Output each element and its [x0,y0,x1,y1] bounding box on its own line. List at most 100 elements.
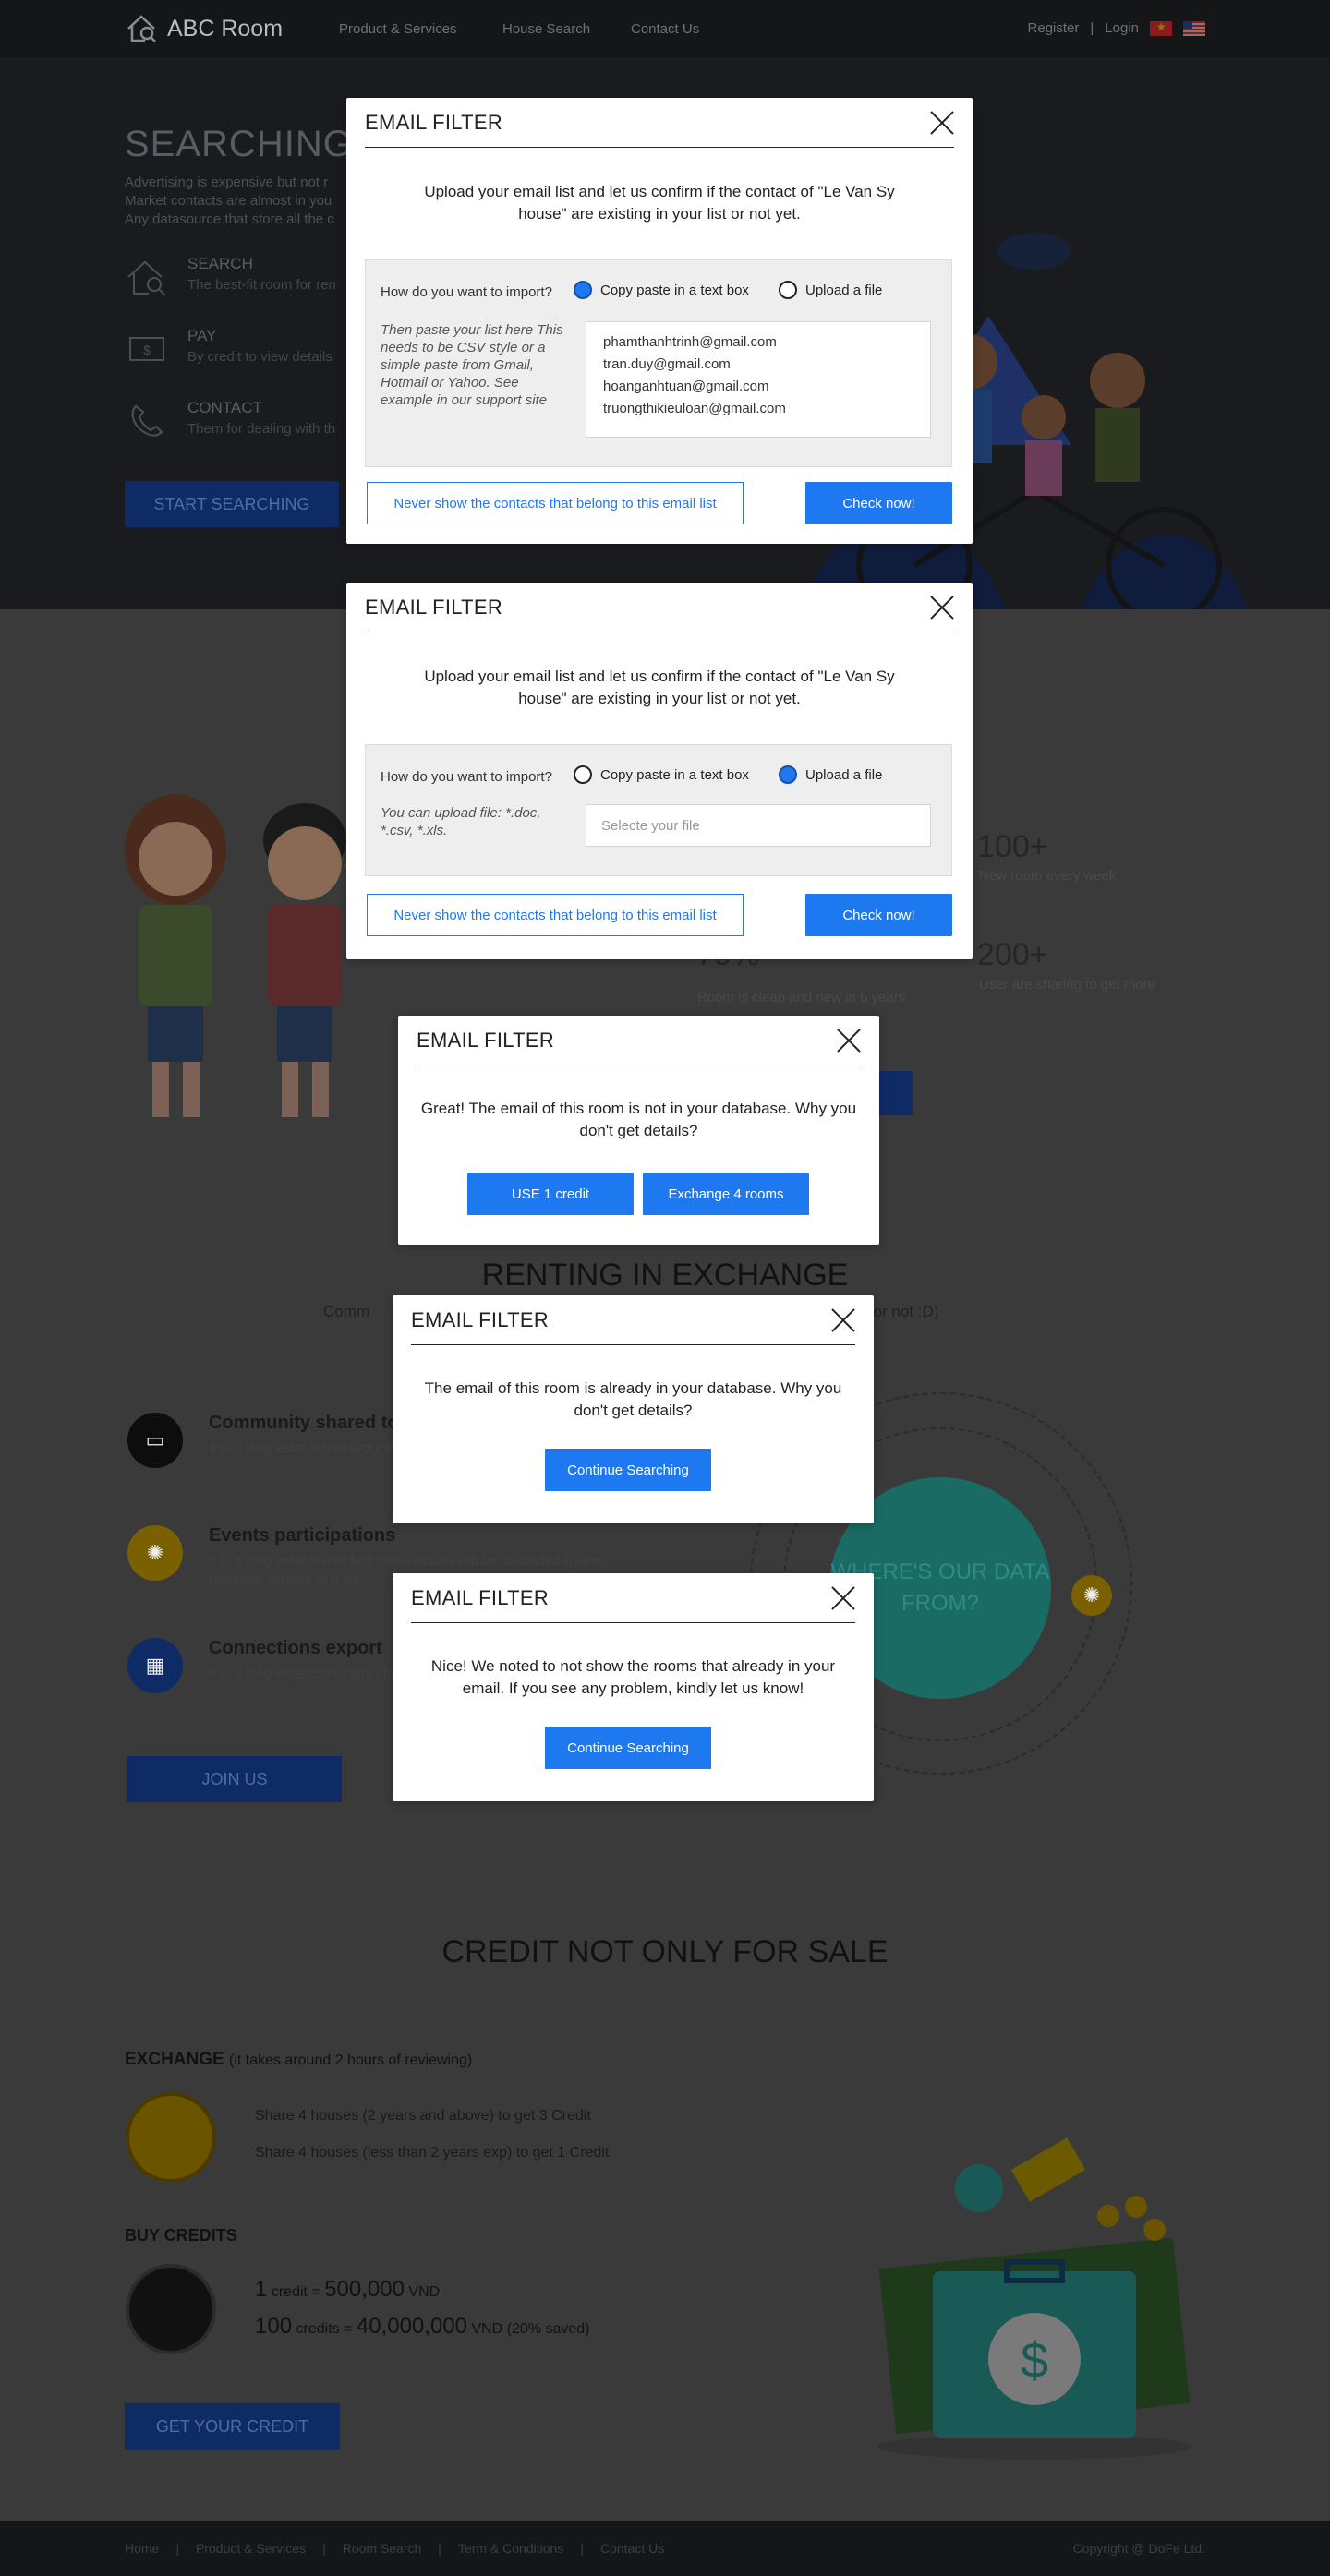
house-search-icon [127,15,156,42]
calendar-icon: ▦ [127,1638,183,1693]
footer-link-products[interactable]: Product & Services [196,2541,306,2556]
phone-icon [131,404,163,437]
modal-title: EMAIL FILTER [365,110,503,134]
never-show-contacts-button[interactable]: Never show the contacts that belong to t… [367,482,744,524]
chat-icon: ▭ [127,1413,183,1468]
network-icon: ✺ [1071,1575,1112,1616]
modal-title: EMAIL FILTER [365,595,503,619]
continue-searching-button[interactable]: Continue Searching [545,1449,711,1491]
email-filter-modal-noted: EMAIL FILTER Nice! We noted to not show … [393,1573,874,1801]
price-amount: 500,000 [324,2277,405,2302]
footer-link-contact[interactable]: Contact Us [600,2541,664,2556]
nav-link-contact[interactable]: Contact Us [631,21,699,37]
radio-upload-file[interactable]: Upload a file [779,281,882,299]
footer-link-home[interactable]: Home [125,2541,159,2556]
nav-account: Register | Login [1028,20,1205,36]
radio-unchecked-icon[interactable] [779,281,797,299]
house-search-icon [127,260,166,296]
import-question: How do you want to import? [381,769,552,785]
footer-separator: | [580,2541,584,2556]
modal-title: EMAIL FILTER [411,1307,550,1331]
exchange-line: Share 4 houses (less than 2 years exp) t… [255,2145,610,2161]
feature-title: CONTACT [187,399,262,416]
radio-checked-icon[interactable] [779,765,797,784]
price-row: 1 credit = 500,000 VND [255,2277,440,2303]
import-options-panel: How do you want to import? Copy paste in… [365,259,952,467]
exchange-label: EXCHANGE [125,2050,224,2069]
radio-label: Upload a file [805,282,883,298]
use-credit-button[interactable]: USE 1 credit [467,1173,634,1215]
join-us-button[interactable]: JOIN US [127,1756,342,1802]
modal-header: EMAIL FILTER [411,1295,855,1345]
vietnam-flag-icon[interactable] [1150,20,1172,36]
feature-search: SEARCH The best-fit room for ren [125,255,336,299]
nav-separator: | [1090,20,1094,36]
radio-checked-icon[interactable] [574,281,592,299]
email-entry: phamthanhtrinh@gmail.com [603,334,777,350]
radio-copy-paste[interactable]: Copy paste in a text box [574,765,749,784]
email-entry: truongthikieuloan@gmail.com [603,401,786,416]
logo-text: ABC Room [167,15,284,42]
radio-upload-file[interactable]: Upload a file [779,765,882,784]
us-flag-icon[interactable] [1183,20,1205,36]
stat-label: User are sharing to get more [979,977,1155,993]
modal-header: EMAIL FILTER [411,1573,855,1623]
login-link[interactable]: Login [1105,20,1139,36]
never-show-contacts-button[interactable]: Never show the contacts that belong to t… [367,894,744,936]
modal-message: Upload your email list and let us confir… [424,668,895,707]
feature-subtitle: Them for dealing with th [187,421,336,437]
check-now-button[interactable]: Check now! [805,894,952,936]
close-icon[interactable] [930,111,954,135]
modal-message: Great! The email of this room is not in … [420,1100,857,1139]
footer-link-room-search[interactable]: Room Search [343,2541,422,2556]
close-icon[interactable] [831,1308,855,1332]
feature-pay: $ PAY By credit to view details [125,327,332,371]
footer-link-terms[interactable]: Term & Conditions [458,2541,563,2556]
nav-link-products[interactable]: Product & Services [339,21,457,37]
svg-text:$: $ [1021,2333,1048,2389]
logo[interactable]: ABC Room [125,12,283,45]
nav-link-house-search[interactable]: House Search [502,21,590,37]
email-filter-modal-paste: EMAIL FILTER Upload your email list and … [346,98,973,544]
exchange-line: Share 4 houses (2 years and above) to ge… [255,2108,591,2124]
price-unit: credit = [271,2284,320,2300]
item-title: Events participations [209,1525,396,1546]
radio-copy-paste[interactable]: Copy paste in a text box [574,281,749,299]
feature-subtitle: The best-fit room for ren [187,277,336,293]
get-credit-button[interactable]: GET YOUR CREDIT [125,2403,340,2450]
email-filter-modal-upload: EMAIL FILTER Upload your email list and … [346,583,973,959]
stat-value: 100+ [977,829,1048,864]
exchange-label-row: EXCHANGE (it takes around 2 hours of rev… [125,2050,472,2070]
price-unit: credits = [296,2321,353,2337]
modal-title: EMAIL FILTER [411,1585,550,1609]
close-icon[interactable] [831,1586,855,1610]
check-now-button[interactable]: Check now! [805,482,952,524]
continue-searching-button[interactable]: Continue Searching [545,1727,711,1769]
modal-message: Nice! We noted to not show the rooms tha… [430,1657,836,1697]
email-filter-modal-not-found: EMAIL FILTER Great! The email of this ro… [398,1016,879,1245]
email-filter-modal-already-exists: EMAIL FILTER The email of this room is a… [393,1295,874,1523]
price-currency: VND [471,2321,503,2337]
close-icon[interactable] [837,1029,861,1053]
email-list-textarea[interactable]: phamthanhtrinh@gmail.com tran.duy@gmail.… [586,321,931,438]
feature-contact: CONTACT Them for dealing with th [125,399,335,443]
close-icon[interactable] [930,596,954,620]
price-qty: 100 [255,2314,293,2339]
upload-hint: You can upload file: *.doc, *.csv, *.xls… [381,805,541,838]
modal-message: Upload your email list and let us confir… [424,183,895,223]
import-question: How do you want to import? [381,284,552,300]
radio-unchecked-icon[interactable] [574,765,592,784]
footer-separator: | [322,2541,326,2556]
import-options-panel: How do you want to import? Copy paste in… [365,744,952,876]
modal-message: The email of this room is already in you… [424,1379,842,1419]
start-searching-button[interactable]: START SEARCHING [125,481,339,527]
file-select-input[interactable]: Selecte your file [586,804,931,847]
exchange-rooms-button[interactable]: Exchange 4 rooms [643,1173,809,1215]
footer-links: Home | Product & Services | Room Search … [125,2541,664,2556]
footer-separator: | [438,2541,441,2556]
exchange-note: (it takes around 2 hours of reviewing) [228,2052,473,2068]
register-link[interactable]: Register [1028,20,1080,36]
radio-label: Copy paste in a text box [600,766,749,783]
paste-hint: Then paste your list here This needs to … [381,322,563,408]
svg-text:$: $ [143,343,151,357]
